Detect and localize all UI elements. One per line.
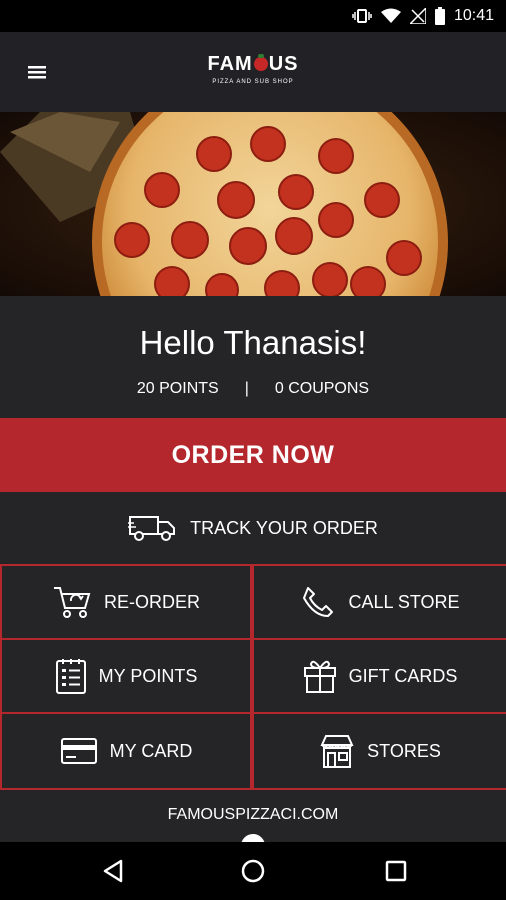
my-card-label: MY CARD — [109, 740, 193, 761]
track-order-button[interactable]: TRACK YOUR ORDER — [0, 492, 506, 564]
my-card-button[interactable]: MY CARD — [2, 714, 250, 788]
phone-icon — [300, 584, 336, 620]
my-points-label: MY POINTS — [98, 665, 198, 686]
hamburger-menu-icon — [28, 64, 48, 80]
action-grid: RE-ORDER CALL STORE MY POINTS GIFT CARDS… — [0, 564, 506, 790]
vibrate-icon — [352, 8, 372, 24]
storefront-icon — [319, 733, 355, 769]
rewards-stats: 20 POINTS | 0 COUPONS — [0, 378, 506, 400]
points-count: 20 POINTS — [136, 380, 219, 397]
recents-button[interactable] — [381, 856, 411, 886]
website-link[interactable]: FAMOUSPIZZACI.COM — [0, 790, 506, 840]
back-triangle-icon — [102, 859, 124, 883]
logo-wordmark: FAM US — [203, 50, 303, 78]
order-now-button[interactable]: ORDER NOW — [0, 418, 506, 492]
call-store-label: CALL STORE — [348, 591, 460, 612]
gift-cards-button[interactable]: GIFT CARDS — [254, 640, 506, 712]
status-time: 10:41 — [453, 7, 494, 24]
famous-logo: FAM US PIZZA AND SUB SHOP — [203, 50, 303, 96]
menu-button[interactable] — [20, 54, 56, 90]
stores-button[interactable]: STORES — [254, 714, 506, 788]
home-circle-icon — [240, 858, 266, 884]
call-store-button[interactable]: CALL STORE — [254, 566, 506, 638]
track-order-label: TRACK YOUR ORDER — [190, 517, 378, 538]
hero-pizza-image — [0, 112, 506, 296]
cart-refresh-icon — [52, 584, 92, 620]
credit-card-icon — [60, 737, 98, 765]
tomato-icon — [253, 54, 268, 71]
delivery-truck-icon — [128, 514, 176, 542]
order-now-label: ORDER NOW — [171, 440, 335, 469]
greeting-title: Hello Thanasis! — [139, 324, 367, 361]
back-button[interactable] — [98, 856, 128, 886]
status-bar: 10:41 — [0, 0, 506, 32]
points-list-icon — [55, 657, 87, 695]
my-points-button[interactable]: MY POINTS — [2, 640, 250, 712]
no-signal-icon — [409, 8, 426, 24]
gift-cards-label: GIFT CARDS — [348, 665, 458, 686]
logo-text-start: FAM — [207, 53, 253, 75]
home-button[interactable] — [238, 856, 268, 886]
stores-label: STORES — [367, 740, 441, 761]
logo-subtitle: PIZZA AND SUB SHOP — [212, 79, 294, 85]
coupons-count: 0 COUPONS — [274, 380, 370, 397]
reorder-label: RE-ORDER — [103, 591, 200, 612]
system-nav-bar — [0, 842, 506, 900]
gift-icon — [303, 658, 337, 694]
reorder-button[interactable]: RE-ORDER — [2, 566, 250, 638]
status-icons: 10:41 — [352, 0, 494, 32]
recents-square-icon — [385, 860, 407, 882]
stats-separator: | — [244, 380, 249, 397]
battery-icon — [434, 7, 445, 25]
wifi-icon — [380, 8, 401, 24]
logo-text-end: US — [268, 53, 299, 75]
app-bar: FAM US PIZZA AND SUB SHOP — [0, 32, 506, 112]
